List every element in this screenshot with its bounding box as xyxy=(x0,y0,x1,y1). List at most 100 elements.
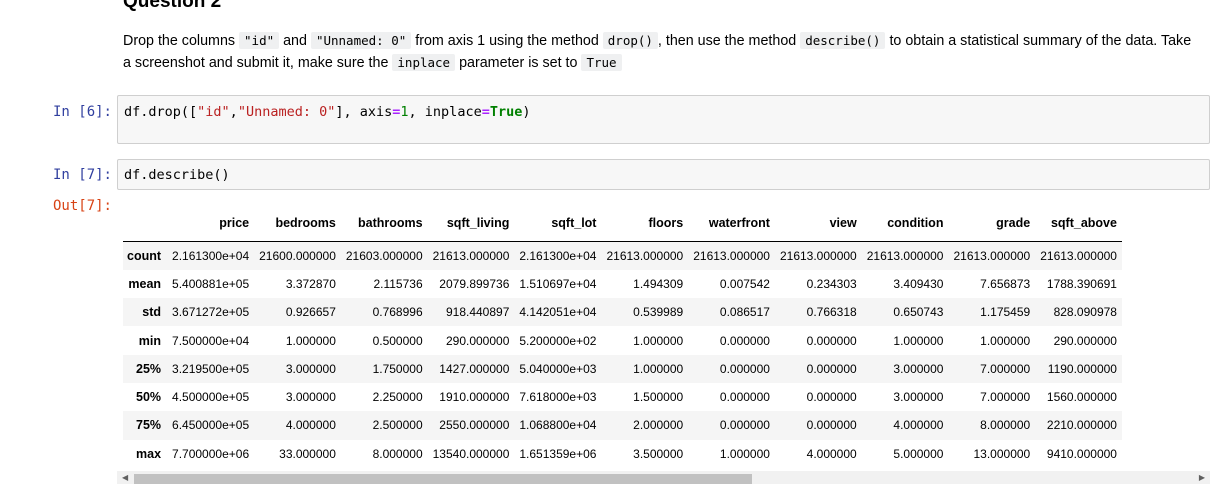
question-heading: Question 2 xyxy=(123,0,222,12)
table-cell: 7.000000 xyxy=(980,390,1031,405)
table-cell: 0.000000 xyxy=(719,333,770,348)
table-cell: 0.000000 xyxy=(719,361,770,376)
table-cell: 1190.000000 xyxy=(1047,361,1117,376)
column-header: view xyxy=(774,205,862,242)
table-cell: 5.200000e+02 xyxy=(519,333,597,348)
table-cell: 3.409430 xyxy=(893,276,944,291)
row-label: 25% xyxy=(136,361,162,376)
code-token: ], axis xyxy=(335,104,393,120)
table-cell: 1560.000000 xyxy=(1046,390,1117,405)
table-cell: 3.500000 xyxy=(633,446,684,461)
table-cell: 2550.000000 xyxy=(439,418,510,433)
table-cell: 0.007542 xyxy=(719,276,770,291)
column-header: sqft_lot xyxy=(514,205,602,242)
table-cell: 21613.000000 xyxy=(432,248,510,263)
table-cell: 21613.000000 xyxy=(866,248,944,263)
describe-output-area: price bedrooms bathrooms sqft_living sqft_lo… xyxy=(123,205,1210,469)
code-token: , xyxy=(229,104,238,120)
table-cell: 0.768996 xyxy=(372,305,423,320)
table-cell: 33.000000 xyxy=(279,446,336,461)
table-cell: 0.650743 xyxy=(893,305,944,320)
table-cell: 5.000000 xyxy=(893,446,944,461)
table-row: max 7.700000e+06 33.000000 8.000000 13540.00… xyxy=(123,440,1122,468)
table-cell: 3.671272e+05 xyxy=(172,305,250,320)
input-prompt-7: In [7]: xyxy=(52,167,112,183)
inline-code: "Unnamed: 0" xyxy=(310,32,412,49)
row-label: std xyxy=(142,305,162,320)
horizontal-scrollbar[interactable]: ◀ ▶ xyxy=(117,471,1210,484)
code-token: 1 xyxy=(400,104,409,120)
row-label: 75% xyxy=(136,418,162,433)
table-cell: 7.000000 xyxy=(980,361,1031,376)
scroll-left-icon[interactable]: ◀ xyxy=(122,473,128,483)
code-token: = xyxy=(481,104,490,120)
table-cell: 1.000000 xyxy=(633,333,684,348)
table-cell: 0.000000 xyxy=(806,361,857,376)
table-cell: 0.926657 xyxy=(285,305,336,320)
table-cell: 1.651359e+06 xyxy=(519,446,597,461)
code-token: ) xyxy=(522,104,531,120)
code-token: df.drop([ xyxy=(124,104,198,120)
table-header-row: price bedrooms bathrooms sqft_living sqft_lo… xyxy=(123,205,1122,242)
table-cell: 2.500000 xyxy=(372,418,423,433)
table-cell: 3.000000 xyxy=(285,390,336,405)
table-cell: 8.000000 xyxy=(980,418,1031,433)
table-cell: 21603.000000 xyxy=(345,248,423,263)
table-cell: 1.000000 xyxy=(285,333,336,348)
table-cell: 1.175459 xyxy=(980,305,1031,320)
paragraph-text: Drop the columns xyxy=(123,33,240,49)
table-cell: 1.068800e+04 xyxy=(519,418,597,433)
table-cell: 1.000000 xyxy=(893,333,944,348)
table-cell: 0.000000 xyxy=(806,418,857,433)
code-cell-drop[interactable]: df.drop(["id","Unnamed: 0"], axis = 1, inp… xyxy=(117,95,1210,144)
paragraph-text: , then use the method xyxy=(657,33,801,49)
table-cell: 2.161300e+04 xyxy=(172,248,250,263)
table-cell: 0.000000 xyxy=(719,390,770,405)
table-cell: 0.000000 xyxy=(806,333,857,348)
table-cell: 21613.000000 xyxy=(953,248,1031,263)
inline-code: describe() xyxy=(800,32,886,49)
table-cell: 0.500000 xyxy=(372,333,423,348)
inline-code: True xyxy=(581,54,622,71)
table-row: min 7.500000e+04 1.000000 0.500000 290.00000… xyxy=(123,326,1122,354)
index-header xyxy=(123,205,168,242)
column-header: bedrooms xyxy=(254,205,341,242)
column-header: sqft_above xyxy=(1035,205,1122,242)
table-cell: 1.000000 xyxy=(719,446,770,461)
table-cell: 1.000000 xyxy=(633,361,684,376)
table-cell: 918.440897 xyxy=(445,305,510,320)
table-row: 50% 4.500000e+05 3.000000 2.250000 1910.0000… xyxy=(123,383,1122,411)
table-cell: 2.115736 xyxy=(373,276,423,291)
inline-code: "id" xyxy=(239,32,280,49)
table-cell: 4.142051e+04 xyxy=(519,305,597,320)
table-cell: 5.400881e+05 xyxy=(172,276,250,291)
column-header: waterfront xyxy=(688,205,775,242)
table-row: count 2.161300e+04 21600.000000 21603.00000… xyxy=(123,241,1122,270)
table-cell: 4.500000e+05 xyxy=(172,390,250,405)
table-row: 75% 6.450000e+05 4.000000 2.500000 2550.0000… xyxy=(123,411,1122,440)
table-cell: 2.000000 xyxy=(633,418,684,433)
code-token: "id" xyxy=(197,104,230,120)
table-cell: 21613.000000 xyxy=(606,248,684,263)
table-cell: 1.500000 xyxy=(633,390,684,405)
code-token: True xyxy=(489,104,523,120)
inline-code: inplace xyxy=(392,54,456,71)
scrollbar-thumb[interactable] xyxy=(134,474,752,484)
table-cell: 21613.000000 xyxy=(693,248,770,263)
describe-table: price bedrooms bathrooms sqft_living sqft_lo… xyxy=(123,205,1122,468)
row-label: max xyxy=(136,446,162,461)
table-cell: 2079.899736 xyxy=(439,276,510,291)
table-cell: 0.234303 xyxy=(806,276,857,291)
table-cell: 21600.000000 xyxy=(259,248,336,263)
output-prompt-7: Out[7]: xyxy=(52,198,112,214)
code-cell-describe[interactable]: df.describe() xyxy=(117,159,1210,190)
table-cell: 1.750000 xyxy=(372,361,423,376)
scroll-right-icon[interactable]: ▶ xyxy=(1199,473,1205,483)
table-cell: 3.000000 xyxy=(893,361,944,376)
table-row: 25% 3.219500e+05 3.000000 1.750000 1427.0000… xyxy=(123,354,1122,383)
column-header: price xyxy=(167,205,255,242)
paragraph-text: from axis 1 using the method xyxy=(411,33,603,49)
table-row: mean 5.400881e+05 3.372870 2.115736 2079.899… xyxy=(123,270,1122,298)
paragraph-text: parameter is set to xyxy=(455,55,582,71)
table-cell: 1.000000 xyxy=(980,333,1031,348)
